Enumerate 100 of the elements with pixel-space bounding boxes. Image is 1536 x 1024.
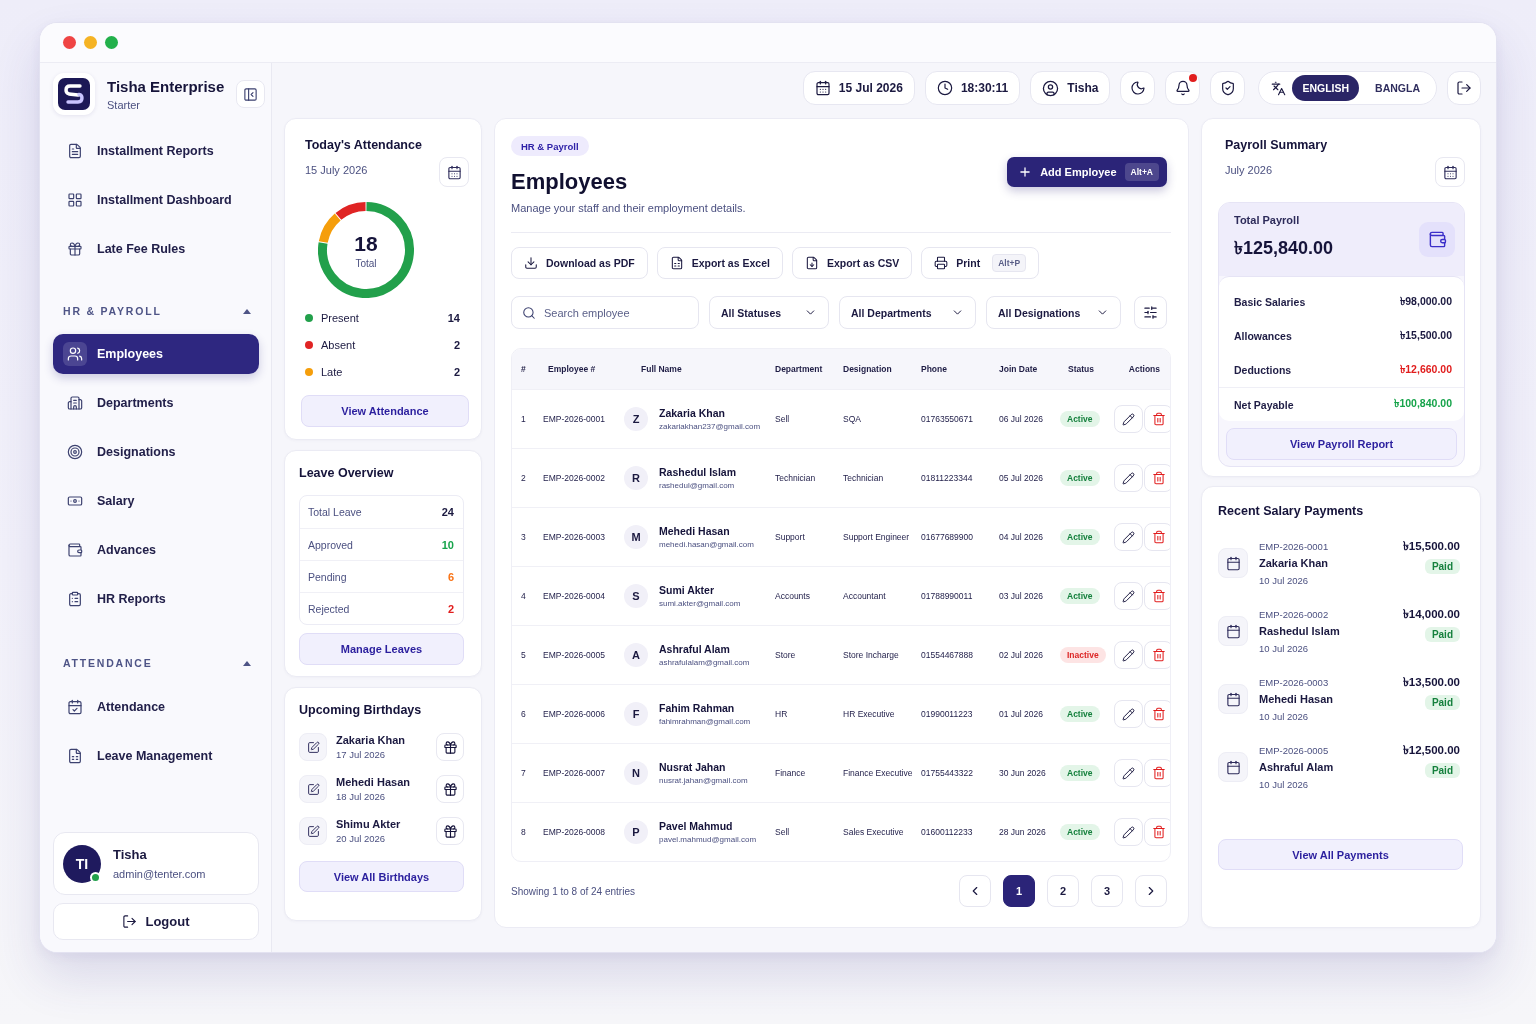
edit-button[interactable] [1114, 641, 1143, 669]
payment-date: 10 Jul 2026 [1259, 573, 1310, 587]
gift-button[interactable] [436, 775, 464, 803]
theme-toggle-button[interactable] [1120, 71, 1156, 105]
delete-button[interactable] [1144, 405, 1170, 433]
filter-settings-button[interactable] [1134, 296, 1167, 329]
employee-name: Rashedul Islam [659, 466, 737, 478]
section-badge: HR & Payroll [511, 136, 589, 156]
window-close-button[interactable] [63, 36, 76, 49]
caret-up-icon[interactable] [243, 660, 251, 666]
edit-button[interactable] [1114, 700, 1143, 728]
people-icon [63, 342, 87, 366]
avatar: N [624, 761, 648, 785]
user-menu-button[interactable]: Tisha [1030, 71, 1111, 105]
nav-item[interactable]: Leave Management [53, 736, 259, 776]
employee-name: Mehedi Hasan [1259, 691, 1334, 707]
user-avatar: TI [63, 844, 101, 883]
delete-button[interactable] [1144, 700, 1170, 728]
edit-button[interactable] [1114, 759, 1143, 787]
banknote-icon [67, 493, 83, 509]
caret-up-icon[interactable] [243, 308, 251, 314]
spreadsheet-icon [669, 256, 684, 270]
delete-button[interactable] [1144, 464, 1170, 492]
sliders-icon [1143, 305, 1158, 320]
delete-button[interactable] [1144, 759, 1170, 787]
nav-item[interactable]: HR Reports [53, 579, 259, 619]
add-employee-button[interactable]: Add Employee Alt+A [1007, 157, 1167, 187]
delete-button[interactable] [1144, 641, 1170, 669]
view-payroll-report-button[interactable]: View Payroll Report [1226, 428, 1457, 460]
card-title: Today's Attendance [305, 137, 422, 153]
gift-button[interactable] [436, 817, 464, 845]
column-header: Actions [1127, 364, 1161, 374]
nav-item[interactable]: Installment Reports [53, 131, 259, 171]
logout-button[interactable]: Logout [53, 903, 259, 940]
leave-count: 10 [441, 538, 454, 551]
user-name: Tisha [113, 847, 148, 862]
nav-item[interactable]: Departments [53, 383, 259, 423]
collapse-sidebar-button[interactable] [236, 80, 265, 108]
nav-item[interactable]: Employees [53, 334, 259, 374]
table-cell-text: 6 [520, 709, 527, 719]
employee-id: EMP-2026-0005 [1259, 743, 1330, 757]
delete-button[interactable] [1144, 523, 1170, 551]
card-title: Upcoming Birthdays [299, 702, 423, 718]
table-cell-text: EMP-2026-0007 [542, 768, 606, 778]
language-option[interactable]: BANGLA [1365, 75, 1430, 101]
manage-leaves-button[interactable]: Manage Leaves [299, 633, 464, 665]
page-button[interactable]: 1 [1003, 875, 1035, 907]
export-button[interactable]: Download as PDF [511, 247, 648, 279]
column-header: Phone [920, 364, 948, 374]
security-button[interactable] [1210, 71, 1246, 105]
view-birthdays-button[interactable]: View All Birthdays [299, 861, 464, 892]
column-header: Department [774, 364, 824, 374]
employee-name: Zakaria Khan [659, 407, 726, 419]
filter-dropdown[interactable]: All Statuses [709, 296, 829, 329]
payment-amount: ৳14,000.00 [1402, 607, 1460, 622]
logout-button[interactable] [1447, 71, 1481, 105]
nav-item[interactable]: Late Fee Rules [53, 229, 259, 269]
card-title: Payroll Summary [1225, 137, 1328, 153]
filter-dropdown[interactable]: All Designations [986, 296, 1121, 329]
avatar: P [624, 820, 648, 844]
edit-button[interactable] [1114, 464, 1143, 492]
edit-button[interactable] [1114, 582, 1143, 610]
edit-button[interactable] [1114, 818, 1143, 846]
page-button[interactable]: 2 [1047, 875, 1079, 907]
search-field[interactable]: Search employee [511, 296, 699, 329]
notifications-button[interactable] [1165, 71, 1201, 105]
delete-button[interactable] [1144, 818, 1170, 846]
nav-item[interactable]: Attendance [53, 687, 259, 727]
pencil-icon [1122, 530, 1135, 544]
trash-icon [1151, 825, 1166, 839]
window-maximize-button[interactable] [105, 36, 118, 49]
view-attendance-button[interactable]: View Attendance [301, 395, 469, 427]
nav-item[interactable]: Salary [53, 481, 259, 521]
calendar-button[interactable] [1435, 157, 1465, 187]
page-button[interactable]: 3 [1091, 875, 1123, 907]
delete-button[interactable] [1144, 582, 1170, 610]
language-option[interactable]: ENGLISH [1292, 75, 1360, 101]
leave-count: 2 [447, 602, 454, 615]
nav-item[interactable]: Advances [53, 530, 259, 570]
export-button[interactable]: Export as CSV [791, 247, 913, 279]
status-badge: Active [1060, 706, 1100, 722]
payroll-label: Deductions [1234, 364, 1292, 376]
edit-button[interactable] [1114, 523, 1143, 551]
filter-dropdown[interactable]: All Departments [839, 296, 976, 329]
column-header: Full Name [640, 364, 683, 374]
trash-icon [1151, 471, 1166, 485]
file-download-icon [804, 256, 819, 270]
gift-button[interactable] [436, 733, 464, 761]
view-all-payments-button[interactable]: View All Payments [1218, 839, 1463, 870]
table-cell-text: EMP-2026-0003 [542, 532, 606, 542]
payroll-amount: ৳98,000.00 [1400, 293, 1452, 309]
edit-button[interactable] [1114, 405, 1143, 433]
table-cell-text: 01755443322 [920, 768, 974, 778]
export-button[interactable]: Print Alt+P [921, 247, 1040, 279]
nav-item[interactable]: Installment Dashboard [53, 180, 259, 220]
export-button[interactable]: Export as Excel [656, 247, 783, 279]
calendar-button[interactable] [439, 157, 469, 187]
clock-icon [936, 80, 953, 96]
download-icon [524, 256, 538, 270]
nav-item[interactable]: Designations [53, 432, 259, 472]
